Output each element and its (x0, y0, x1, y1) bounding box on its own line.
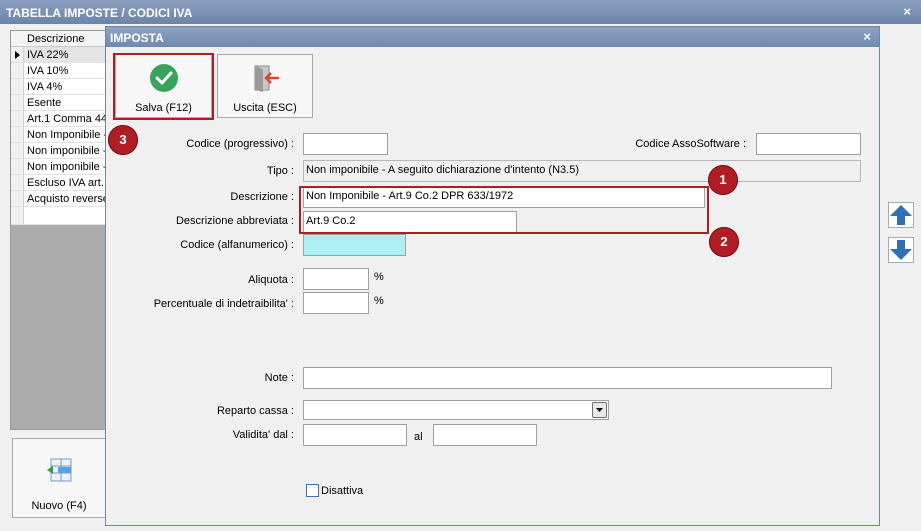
descrizione-label: Descrizione : (230, 191, 294, 203)
codice-assosoftware-field[interactable] (756, 133, 861, 155)
list-item[interactable]: IVA 10% (11, 63, 109, 79)
highlight-save (113, 53, 214, 120)
list-header-label: Descrizione (27, 33, 85, 45)
dialog-title-bar: IMPOSTA (106, 27, 879, 47)
list-item-empty[interactable] (11, 207, 109, 225)
outer-window-title: TABELLA IMPOSTE / CODICI IVA (0, 0, 921, 24)
validita-dal-label: Validita' dal : (232, 429, 294, 441)
list-item[interactable]: Non imponibile - (11, 159, 109, 175)
new-button[interactable]: Nuovo (F4) (12, 438, 106, 518)
list-item[interactable]: Non imponibile - (11, 143, 109, 159)
aliquota-label: Aliquota : (248, 274, 294, 286)
move-up-icon[interactable] (888, 202, 914, 228)
codice-progressivo-label: Codice (progressivo) : (186, 138, 294, 150)
indetraibilita-percent: % (374, 295, 384, 307)
new-record-icon (45, 457, 75, 486)
tipo-label: Tipo : (266, 165, 294, 177)
list-item[interactable]: Esente (11, 95, 109, 111)
chevron-down-icon[interactable] (592, 402, 607, 418)
validita-al-field[interactable] (433, 424, 537, 446)
aliquota-field[interactable] (303, 268, 369, 290)
imposte-list[interactable]: Descrizione IVA 22% IVA 10% IVA 4% Esent… (10, 30, 110, 430)
codice-progressivo-field[interactable] (303, 133, 388, 155)
outer-title-text: TABELLA IMPOSTE / CODICI IVA (6, 6, 193, 20)
outer-close-icon[interactable]: × (903, 4, 911, 19)
annotation-badge-2: 2 (709, 227, 739, 257)
dialog-title: IMPOSTA (110, 31, 164, 45)
reparto-cassa-select[interactable] (303, 400, 609, 420)
reparto-cassa-label: Reparto cassa : (216, 405, 294, 417)
list-item[interactable]: IVA 4% (11, 79, 109, 95)
list-item[interactable]: Escluso IVA art. (11, 175, 109, 191)
aliquota-percent: % (374, 271, 384, 283)
exit-button-label: Uscita (ESC) (233, 102, 297, 114)
tipo-field[interactable]: Non imponibile - A seguito dichiarazione… (303, 160, 861, 182)
indetraibilita-field[interactable] (303, 292, 369, 314)
list-item[interactable]: Art.1 Comma 44 (11, 111, 109, 127)
note-field[interactable] (303, 367, 832, 389)
highlight-descrizione (299, 186, 709, 234)
codice-alfanumerico-field[interactable] (303, 234, 406, 256)
move-down-icon[interactable] (888, 237, 914, 263)
list-header: Descrizione (11, 31, 109, 47)
dialog-close-icon[interactable]: × (863, 29, 871, 44)
side-panel (880, 28, 921, 528)
exit-button[interactable]: Uscita (ESC) (217, 54, 313, 118)
note-label: Note : (264, 372, 294, 384)
disattiva-checkbox[interactable] (306, 484, 319, 497)
codice-assosoftware-label: Codice AssoSoftware : (635, 138, 746, 150)
exit-door-icon (251, 63, 281, 96)
list-item[interactable]: Acquisto reverse (11, 191, 109, 207)
descrizione-abbreviata-label: Descrizione abbreviata : (175, 215, 294, 227)
indetraibilita-label: Percentuale di indetraibilita' : (153, 298, 294, 310)
imposta-dialog: IMPOSTA × Salva (F12) Uscita (ESC) Codic… (105, 26, 880, 526)
new-button-label: Nuovo (F4) (31, 500, 87, 512)
disattiva-label: Disattiva (321, 485, 364, 497)
row-indicator-icon (11, 47, 24, 62)
validita-dal-field[interactable] (303, 424, 407, 446)
annotation-badge-3: 3 (108, 125, 138, 155)
list-item[interactable]: Non Imponibile - (11, 127, 109, 143)
codice-alfanumerico-label: Codice (alfanumerico) : (180, 239, 294, 251)
annotation-badge-1: 1 (708, 165, 738, 195)
validita-al-label: al (414, 431, 423, 443)
list-item[interactable]: IVA 22% (11, 47, 109, 63)
